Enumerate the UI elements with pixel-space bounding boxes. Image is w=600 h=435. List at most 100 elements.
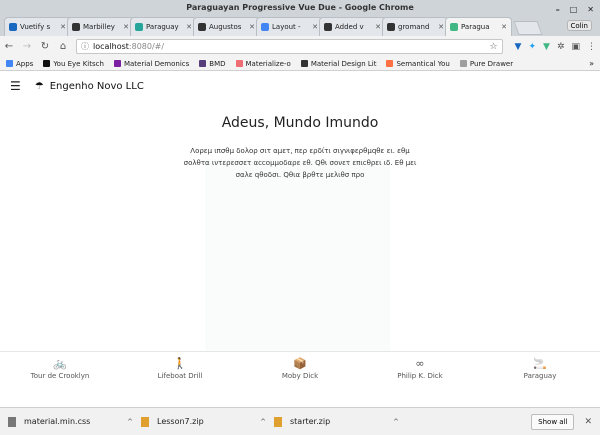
bottom-nav-label: Tour de Crooklyn (30, 372, 90, 380)
close-tab-icon[interactable]: ✕ (249, 23, 255, 31)
close-tab-icon[interactable]: ✕ (438, 23, 444, 31)
download-filename: Lesson7.zip (157, 417, 204, 426)
bookmark-favicon-icon (300, 60, 308, 67)
bottom-nav-label: Lifeboat Drill (157, 372, 203, 380)
bookmark-favicon-icon (43, 60, 51, 67)
browser-tab[interactable]: gromand ✕ (382, 17, 449, 36)
tab-label: Marbilley (83, 23, 115, 31)
bookmark-favicon-icon (235, 60, 243, 67)
downloads-bar: material.min.css ^ Lesson7.zip ^ starter.zip… (0, 407, 600, 435)
book-icon: 📦 (293, 357, 307, 370)
window-titlebar: Paraguayan Progressive Vue Due - Google … (0, 0, 600, 16)
home-icon[interactable]: ⌂ (58, 41, 68, 52)
browser-tab[interactable]: Paraguay ✕ (130, 17, 197, 36)
close-tab-icon[interactable]: ✕ (501, 23, 507, 31)
file-icon (141, 416, 149, 427)
download-filename: starter.zip (290, 417, 331, 426)
page-headline: Adeus, Mundo Imundo (221, 115, 379, 131)
tab-label: Augustos (209, 23, 242, 31)
vuetify-icon (9, 23, 17, 31)
tab-label: Layout - (272, 23, 301, 31)
bookmark-favicon-icon (6, 60, 13, 67)
menu-hamburger-icon[interactable]: ☰ (10, 79, 21, 93)
chevron-up-icon[interactable]: ^ (260, 418, 266, 426)
reload-icon[interactable]: ↻ (40, 41, 50, 52)
vuetify-extension-icon[interactable]: ▼ (515, 42, 522, 52)
chevron-up-icon[interactable]: ^ (127, 418, 133, 426)
umbrella-icon: ☂ (34, 80, 44, 92)
brand: ☂ Engenho Novo LLC (35, 81, 144, 92)
bookmark-star-icon[interactable]: ☆ (489, 42, 497, 52)
forward-icon[interactable]: → (22, 41, 32, 52)
browser-tab[interactable]: Layout - ✕ (256, 17, 323, 36)
twitter-extension-icon[interactable]: ✦ (528, 42, 536, 52)
download-item[interactable]: Lesson7.zip ^ (141, 416, 274, 427)
download-item[interactable]: starter.zip ^ (274, 416, 407, 427)
bookmark-label: Material Design Lit (310, 59, 377, 68)
tab-label: Paraguay (146, 23, 179, 31)
download-filename: material.min.css (24, 417, 91, 426)
github-icon (72, 23, 80, 31)
browser-tab[interactable]: Vuetify s ✕ (4, 17, 71, 36)
bookmark-label: BMD (209, 59, 226, 68)
browser-toolbar: ← → ↻ ⌂ ⓘ localhost:8080/#/ ☆ ▼ ✦ ▼ ✲ ▣ … (0, 36, 600, 57)
bottom-nav-label: Moby Dick (281, 372, 319, 380)
bookmarks-overflow-icon[interactable]: » (589, 59, 594, 68)
bookmark-item[interactable]: Semantical You (386, 60, 450, 68)
walking-person-icon: 🚶 (173, 357, 187, 370)
app-viewport: ☰ ☂ Engenho Novo LLC Adeus, Mundo Imundo… (0, 71, 600, 386)
tab-label: Paragua (461, 23, 490, 31)
browser-tab[interactable]: Paragua ✕ (445, 17, 512, 36)
menu-kebab-icon[interactable]: ⋮ (587, 42, 596, 52)
bookmark-item[interactable]: Pure Drawer (459, 60, 513, 68)
cast-extension-icon[interactable]: ▣ (571, 42, 580, 52)
browser-tab[interactable]: Added v ✕ (319, 17, 386, 36)
bookmark-item[interactable]: Apps (6, 60, 33, 68)
tab-strip: Vuetify s ✕ Marbilley ✕ Paraguay ✕ Augustos ✕ La… (0, 16, 600, 36)
bookmark-item[interactable]: BMD (199, 59, 226, 68)
brand-name: Engenho Novo LLC (49, 80, 144, 92)
bookmark-item[interactable]: Material Demonics (113, 59, 190, 68)
bookmark-item[interactable]: Material Design Lit (300, 59, 377, 68)
close-tab-icon[interactable]: ✕ (123, 23, 129, 31)
bottom-nav-item[interactable]: 📦 Moby Dick (250, 352, 350, 386)
bookmark-label: Apps (16, 59, 34, 68)
close-downloads-icon[interactable]: ✕ (584, 417, 592, 427)
close-tab-icon[interactable]: ✕ (186, 23, 192, 31)
bottom-nav-label: Philip K. Dick (397, 372, 443, 380)
bottom-nav-item[interactable]: ∞ Philip K. Dick (370, 352, 470, 386)
bookmark-favicon-icon (459, 60, 467, 67)
bookmark-label: You Eye Kitsch (53, 59, 104, 68)
back-icon[interactable]: ← (4, 41, 14, 52)
new-tab-button[interactable] (513, 21, 543, 35)
close-tab-icon[interactable]: ✕ (312, 23, 318, 31)
puzzle-extension-icon[interactable]: ✲ (557, 42, 565, 52)
chart-icon (135, 23, 143, 31)
vue-extension-icon[interactable]: ▼ (543, 42, 550, 52)
show-all-downloads-button[interactable]: Show all (531, 413, 575, 430)
bottom-nav-item[interactable]: 🚶 Lifeboat Drill (130, 352, 230, 386)
browser-tab[interactable]: Augustos ✕ (193, 17, 260, 36)
file-icon (274, 416, 282, 427)
close-tab-icon[interactable]: ✕ (375, 23, 381, 31)
download-item[interactable]: material.min.css ^ (8, 416, 141, 427)
close-tab-icon[interactable]: ✕ (60, 23, 66, 31)
bookmark-item[interactable]: Materialize-o (235, 60, 291, 68)
bookmark-item[interactable]: You Eye Kitsch (43, 60, 104, 68)
bottom-nav-item[interactable]: 🚲 Tour de Crooklyn (10, 352, 110, 386)
bookmark-label: Material Demonics (123, 59, 190, 68)
chevron-up-icon[interactable]: ^ (393, 418, 399, 426)
bookmarks-bar: Apps You Eye Kitsch Material Demonics BMD Ma… (0, 57, 600, 71)
file-icon (8, 416, 16, 427)
smoking-icon: 🚬 (533, 357, 547, 370)
github-icon (387, 23, 395, 31)
bottom-navigation: 🚲 Tour de Crooklyn 🚶 Lifeboat Drill 📦 Moby Di… (0, 351, 600, 386)
bookmark-favicon-icon (113, 60, 121, 67)
browser-tab[interactable]: Marbilley ✕ (67, 17, 134, 36)
profile-button[interactable]: Colin (566, 20, 592, 31)
bicycle-icon: 🚲 (53, 357, 67, 370)
bottom-nav-item[interactable]: 🚬 Paraguay (490, 352, 590, 386)
github-icon (198, 23, 206, 31)
info-icon[interactable]: ⓘ (81, 41, 89, 52)
address-bar[interactable]: ⓘ localhost:8080/#/ ☆ (76, 39, 503, 54)
